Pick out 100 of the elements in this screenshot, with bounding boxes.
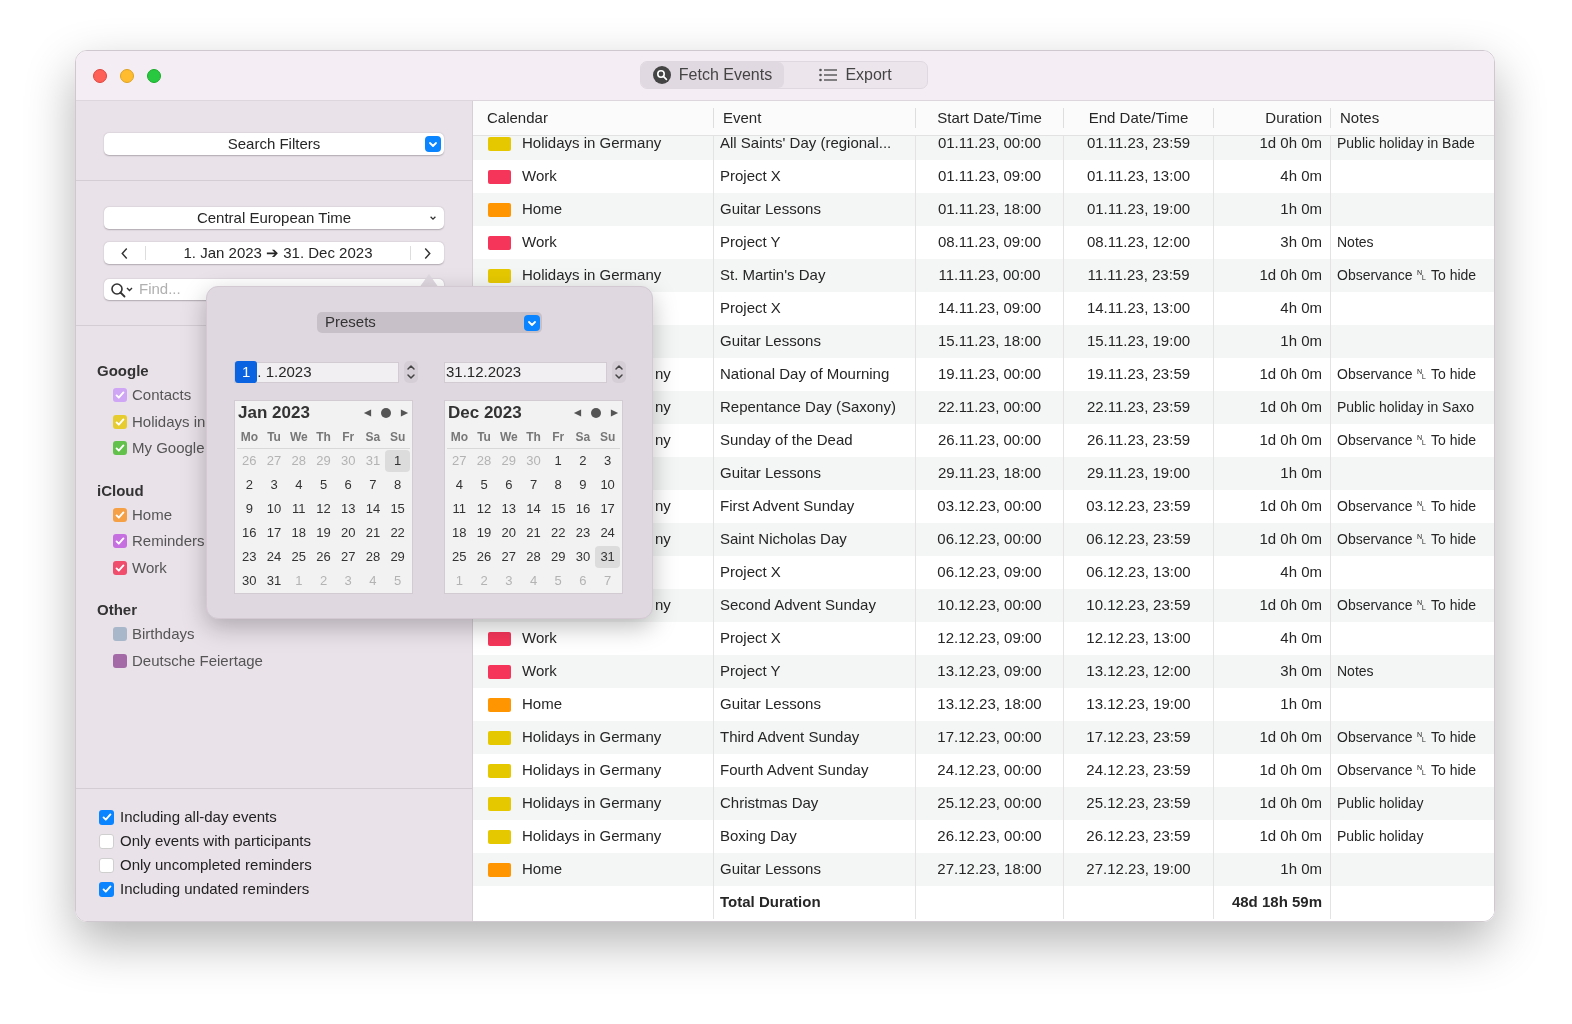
calendar-checkbox[interactable]	[113, 441, 127, 456]
calendar-checkbox[interactable]	[113, 534, 127, 549]
calendar-day[interactable]: 7	[360, 474, 386, 496]
close-button[interactable]	[93, 68, 107, 83]
calendar-day[interactable]: 24	[261, 546, 287, 568]
table-row[interactable]: Holidays in Germany All Saints' Day (regional... 01.11.23, 00:00 01.11.23, 23:59 1d 0h 0m Public holiday in Bade	[473, 136, 1494, 160]
filter-popup-button[interactable]: Search Filters	[104, 133, 444, 155]
calendar-day[interactable]: 14	[360, 498, 386, 520]
table-row[interactable]: Work Project Y 13.12.23, 09:00 13.12.23, 12:00 3h 0m Notes	[473, 655, 1494, 688]
option-checkbox[interactable]	[99, 833, 114, 849]
table-row[interactable]: Home Guitar Lessons 27.12.23, 18:00 27.12.23, 19:00 1h 0m	[473, 853, 1494, 886]
calendar-day[interactable]: 17	[261, 522, 287, 544]
previous-month-icon[interactable]	[573, 408, 582, 418]
calendar-day[interactable]: 3	[261, 474, 287, 496]
date-range-text[interactable]: 1. Jan 2023 ➔ 31. Dec 2023	[146, 241, 410, 265]
calendar-day[interactable]: 19	[471, 522, 497, 544]
calendar-day[interactable]: 10	[261, 498, 287, 520]
calendar-day[interactable]: 4	[447, 474, 472, 496]
calendar-day[interactable]: 13	[496, 498, 522, 520]
calendar-checkbox[interactable]	[113, 653, 127, 668]
calendar-checkbox[interactable]	[113, 414, 127, 429]
table-row[interactable]: Home Guitar Lessons 01.11.23, 18:00 01.11.23, 19:00 1h 0m	[473, 193, 1494, 226]
date-segment[interactable]: 1	[235, 360, 258, 384]
calendar-day[interactable]: 25	[447, 546, 472, 568]
toolbar-segment[interactable]: Export	[784, 62, 927, 88]
table-row[interactable]: Holidays in Germany Third Advent Sunday 17.12.23, 00:00 17.12.23, 23:59 1d 0h 0m Observance ␤ To hide	[473, 721, 1494, 754]
today-dot-icon[interactable]	[591, 408, 601, 418]
column-header[interactable]: Start Date/Time	[916, 108, 1064, 128]
calendar-day[interactable]: 6	[335, 474, 361, 496]
calendar-day[interactable]: 31	[595, 546, 620, 568]
calendar-day[interactable]: 13	[335, 498, 361, 520]
calendar-checkbox[interactable]	[113, 627, 127, 642]
calendar-day[interactable]: 21	[360, 522, 386, 544]
stepper-icon[interactable]	[612, 361, 626, 383]
calendar-day[interactable]: 17	[595, 498, 620, 520]
calendar-day[interactable]: 4	[286, 474, 312, 496]
calendar-day[interactable]: 20	[496, 522, 522, 544]
column-header[interactable]: End Date/Time	[1064, 108, 1214, 128]
table-row[interactable]: Holidays in Germany Christmas Day 25.12.23, 00:00 25.12.23, 23:59 1d 0h 0m Public holiday	[473, 787, 1494, 820]
column-header[interactable]: Notes	[1331, 108, 1494, 128]
calendar-day[interactable]: 20	[335, 522, 361, 544]
calendar-label: Home	[132, 504, 172, 525]
calendar-day[interactable]: 21	[521, 522, 546, 544]
table-cell-text: ny	[655, 397, 671, 418]
calendar-day[interactable]: 8	[385, 474, 410, 496]
presets-popup-button[interactable]: Presets	[317, 312, 542, 333]
calendar-day[interactable]: 15	[385, 498, 410, 520]
stepper-icon[interactable]	[404, 361, 418, 383]
calendar-day[interactable]: 18	[447, 522, 472, 544]
calendar-day[interactable]: 11	[286, 498, 312, 520]
calendar-checkbox[interactable]	[113, 388, 127, 403]
option-checkbox[interactable]	[99, 857, 114, 873]
calendar-day[interactable]: 23	[570, 522, 596, 544]
next-month-icon[interactable]	[610, 408, 619, 418]
table-cell-text: ny	[655, 595, 671, 616]
calendar-day[interactable]: 12	[471, 498, 497, 520]
calendar-day[interactable]: 15	[545, 498, 571, 520]
option-checkbox[interactable]	[99, 809, 114, 825]
calendar-day[interactable]: 11	[447, 498, 472, 520]
next-month-icon[interactable]	[400, 408, 409, 418]
calendar-day[interactable]: 26	[311, 546, 336, 568]
calendar-checkbox[interactable]	[113, 507, 127, 522]
calendar-day[interactable]: 31	[261, 570, 287, 592]
table-row[interactable]: Holidays in Germany St. Martin's Day 11.11.23, 00:00 11.11.23, 23:59 1d 0h 0m Observance ␤ To hide	[473, 259, 1494, 292]
calendar-day[interactable]: 19	[311, 522, 336, 544]
start-date-field[interactable]: 1 . 1.2023	[234, 361, 399, 383]
calendar-day[interactable]: 30	[237, 570, 262, 592]
calendar-day[interactable]: 25	[286, 546, 312, 568]
calendar-day[interactable]: 9	[237, 498, 262, 520]
calendar-day[interactable]: 27	[335, 546, 361, 568]
calendar-day[interactable]: 29	[385, 546, 410, 568]
calendar-day[interactable]: 1	[385, 450, 410, 472]
calendar-day[interactable]: 24	[595, 522, 620, 544]
column-header[interactable]: Event	[714, 108, 916, 128]
calendar-day[interactable]: 12	[311, 498, 336, 520]
calendar-day[interactable]: 28	[360, 546, 386, 568]
total-duration: 48d 18h 59m	[1214, 886, 1331, 919]
end-date-field[interactable]: 31.12.2023	[444, 361, 607, 383]
previous-month-icon[interactable]	[363, 408, 372, 418]
calendar-day[interactable]: 18	[286, 522, 312, 544]
calendar-day[interactable]: 23	[237, 546, 262, 568]
chevron-right-icon[interactable]	[423, 246, 432, 260]
calendar-day[interactable]: 16	[237, 522, 262, 544]
option-checkbox[interactable]	[99, 881, 114, 897]
calendar-day[interactable]: 22	[545, 522, 571, 544]
calendar-day[interactable]: 2	[237, 474, 262, 496]
timezone-popup-button[interactable]: Central European Time	[104, 207, 444, 229]
calendar-day[interactable]: 14	[521, 498, 546, 520]
chevron-left-icon[interactable]	[120, 246, 129, 260]
calendar-day[interactable]: 5	[311, 474, 336, 496]
calendar-checkbox[interactable]	[113, 560, 127, 575]
column-header[interactable]: Calendar	[473, 108, 714, 128]
column-header[interactable]: Duration	[1214, 108, 1331, 128]
calendar-day[interactable]: 22	[385, 522, 410, 544]
minimize-button[interactable]	[120, 68, 134, 83]
date-segment[interactable]: . 1.2023	[257, 360, 312, 384]
toolbar-segment[interactable]: Fetch Events	[641, 62, 784, 88]
calendar-day[interactable]: 16	[570, 498, 596, 520]
today-dot-icon[interactable]	[381, 408, 391, 418]
zoom-button[interactable]	[147, 68, 161, 83]
